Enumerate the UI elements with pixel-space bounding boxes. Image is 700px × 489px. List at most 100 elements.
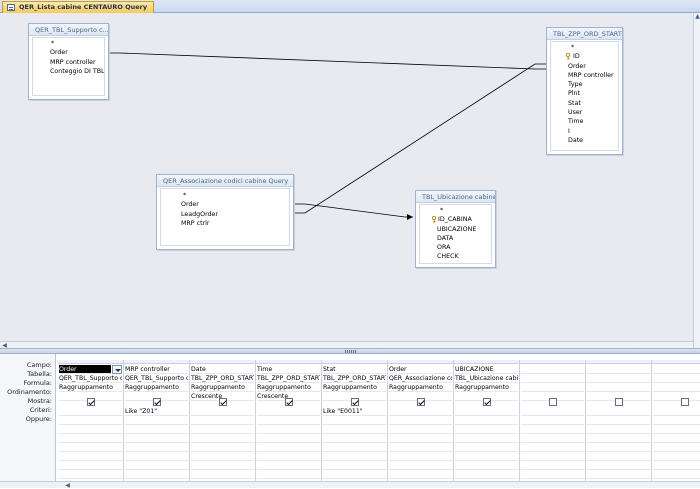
scroll-up-icon[interactable]: ▲ [694, 13, 700, 20]
grid-column[interactable]: Date TBL_ZPP_ORD_START Raggruppamento Cresc… [190, 360, 256, 481]
grid-cell-oppure[interactable] [125, 434, 188, 443]
grid-cell-oppure[interactable] [521, 425, 584, 434]
grid-cell-formula[interactable]: Raggruppamento [389, 383, 452, 392]
grid-cell-oppure[interactable] [587, 452, 650, 461]
grid-cell-criteri[interactable] [587, 407, 650, 416]
grid-cell-oppure[interactable] [455, 461, 518, 470]
grid-cell-formula[interactable]: Raggruppamento [323, 383, 386, 392]
grid-cell-oppure[interactable] [653, 434, 700, 443]
grid-cell-formula[interactable]: Raggruppamento [257, 383, 320, 392]
grid-cell-oppure[interactable] [455, 416, 518, 425]
grid-cell-criteri[interactable] [59, 407, 122, 416]
field-item[interactable]: I [551, 127, 618, 136]
column-selector[interactable] [190, 360, 255, 364]
field-item[interactable]: Order [161, 200, 289, 209]
grid-cell-campo[interactable] [521, 365, 584, 374]
grid-cell-oppure[interactable] [191, 434, 254, 443]
grid-cell-oppure[interactable] [455, 470, 518, 479]
mostra-checkbox[interactable] [549, 398, 557, 406]
grid-cell-oppure[interactable] [653, 452, 700, 461]
grid-cell-oppure[interactable] [587, 416, 650, 425]
field-item[interactable]: MRP controller [33, 58, 104, 67]
grid-cell-oppure[interactable] [455, 434, 518, 443]
column-selector[interactable] [256, 360, 321, 364]
table-title[interactable]: TBL_Ubicazione cabine [416, 191, 495, 203]
mostra-checkbox[interactable] [285, 398, 293, 406]
grid-cell-oppure[interactable] [257, 443, 320, 452]
splitter-grip-icon[interactable] [345, 350, 357, 353]
grid-cell-tabella[interactable] [521, 374, 584, 383]
grid-cell-oppure[interactable] [257, 461, 320, 470]
grid-cell-oppure[interactable] [125, 470, 188, 479]
mostra-checkbox[interactable] [219, 398, 227, 406]
grid-cell-oppure[interactable] [389, 452, 452, 461]
grid-cell-oppure[interactable] [521, 443, 584, 452]
table-title[interactable]: QER_Associazione codici cabine Query [157, 175, 293, 187]
grid-cell-campo[interactable]: UBICAZIONE [455, 365, 518, 374]
table-qer-associazione[interactable]: QER_Associazione codici cabine Query * O… [156, 174, 294, 250]
column-selector[interactable] [58, 360, 123, 364]
field-item[interactable]: * [420, 206, 491, 215]
table-tbl-zpp-ord-start[interactable]: TBL_ZPP_ORD_START * ID Order MRP control… [546, 27, 623, 155]
grid-cell-formula[interactable] [587, 383, 650, 392]
grid-cell-oppure[interactable] [587, 461, 650, 470]
column-selector[interactable] [388, 360, 453, 364]
grid-cell-tabella[interactable] [587, 374, 650, 383]
grid-cell-oppure[interactable] [389, 434, 452, 443]
grid-cell-criteri[interactable] [389, 407, 452, 416]
grid-cell-oppure[interactable] [257, 434, 320, 443]
grid-cell-oppure[interactable] [389, 425, 452, 434]
mostra-checkbox[interactable] [87, 398, 95, 406]
grid-column[interactable]: MRP controller QER_TBL_Supporto ca Raggrup… [124, 360, 190, 481]
field-list[interactable]: * Order MRP controller Conteggio DI TBL_… [32, 37, 105, 96]
field-list[interactable]: * ID_CABINA UBICAZIONE DATA ORA CHECK [419, 204, 492, 264]
grid-cell-formula[interactable]: Raggruppamento [125, 383, 188, 392]
grid-cell-criteri[interactable] [653, 407, 700, 416]
grid-cell-oppure[interactable] [455, 443, 518, 452]
grid-cell-oppure[interactable] [455, 452, 518, 461]
mostra-checkbox[interactable] [483, 398, 491, 406]
column-selector[interactable] [454, 360, 519, 364]
grid-cell-formula[interactable]: Raggruppamento [59, 383, 122, 392]
grid-column[interactable]: Order QER_Associazione coo Raggruppamento [388, 360, 454, 481]
grid-cell-oppure[interactable] [191, 461, 254, 470]
grid-cell-oppure[interactable] [455, 425, 518, 434]
table-title[interactable]: TBL_ZPP_ORD_START [547, 28, 622, 40]
field-item[interactable]: Conteggio DI TBL_Z [33, 67, 104, 76]
grid-cell-oppure[interactable] [125, 443, 188, 452]
field-item[interactable]: DATA [420, 234, 491, 243]
field-item[interactable]: MRP ctrlr [161, 219, 289, 228]
grid-cell-campo[interactable]: Order [389, 365, 452, 374]
grid-cell-tabella[interactable]: QER_TBL_Supporto ca [125, 374, 188, 383]
field-item[interactable]: Plnt [551, 89, 618, 98]
grid-cell-formula[interactable] [521, 383, 584, 392]
field-item[interactable]: MRP controller [551, 71, 618, 80]
grid-cell-criteri[interactable] [521, 407, 584, 416]
design-horizontal-scrollbar[interactable]: ◀ [0, 341, 693, 349]
grid-cell-oppure[interactable] [323, 425, 386, 434]
chevron-down-icon[interactable] [112, 365, 122, 374]
field-list[interactable]: * ID Order MRP controller Type Plnt Stat… [550, 41, 619, 151]
grid-cell-oppure[interactable] [323, 461, 386, 470]
mostra-checkbox[interactable] [417, 398, 425, 406]
grid-cell-criteri[interactable]: Like "Z01" [125, 407, 188, 416]
field-item[interactable]: Stat [551, 99, 618, 108]
grid-cell-criteri[interactable] [191, 407, 254, 416]
grid-cell-formula[interactable] [653, 383, 700, 392]
table-qer-tbl-supporto[interactable]: QER_TBL_Supporto c... * Order MRP contro… [28, 23, 109, 100]
grid-cell-tabella[interactable]: QER_TBL_Supporto ca [59, 374, 122, 383]
grid-column[interactable]: Time TBL_ZPP_ORD_START Raggruppamento Cresc… [256, 360, 322, 481]
grid-cell-tabella[interactable]: QER_Associazione coo [389, 374, 452, 383]
grid-cell-tabella[interactable]: TBL_ZPP_ORD_START [191, 374, 254, 383]
column-selector[interactable] [586, 360, 651, 364]
grid-cell-oppure[interactable] [323, 452, 386, 461]
table-tbl-ubicazione-cabine[interactable]: TBL_Ubicazione cabine * ID_CABINA UBICAZ… [415, 190, 496, 268]
grid-cell-campo[interactable]: MRP controller [125, 365, 188, 374]
grid-column[interactable]: Order QER_TBL_Supporto ca Raggruppamento [58, 360, 124, 481]
field-item-key[interactable]: ID_CABINA [420, 215, 491, 224]
grid-cell-oppure[interactable] [125, 425, 188, 434]
grid-cell-oppure[interactable] [323, 470, 386, 479]
grid-cell-oppure[interactable] [653, 425, 700, 434]
grid-cell-oppure[interactable] [191, 425, 254, 434]
grid-cell-oppure[interactable] [257, 416, 320, 425]
